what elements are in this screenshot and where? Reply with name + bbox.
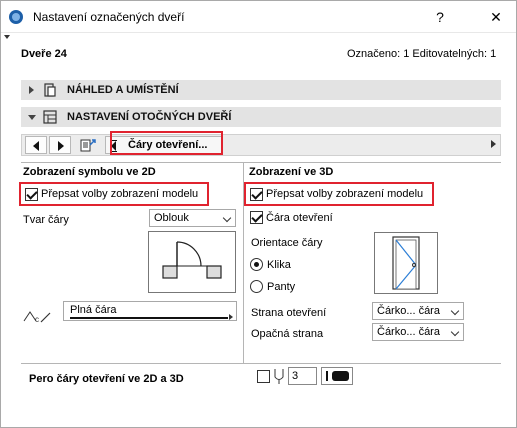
opening-line-checkbox[interactable] (250, 211, 263, 224)
collapse-arrow-icon (28, 115, 36, 120)
dialog-window: Nastavení označených dveří ? ✕ Dveře 24 … (0, 0, 517, 428)
page-navigator: Čáry otevření... (21, 134, 501, 156)
chevron-down-icon (222, 213, 232, 223)
title-divider (1, 32, 516, 33)
door-3d-preview (374, 232, 438, 294)
line-shape-label: Tvar čáry (23, 214, 69, 226)
section-label: NASTAVENÍ OTOČNÝCH DVEŘÍ (67, 111, 232, 123)
title-bar: Nastavení označených dveří ? ✕ (1, 1, 516, 32)
element-name: Dveře 24 (21, 48, 67, 60)
pen-override-checkbox[interactable] (257, 370, 270, 383)
symbol-2d-heading: Zobrazení symbolu ve 2D (23, 166, 156, 178)
svg-text:c: c (35, 315, 39, 324)
line-type-value: Plná čára (70, 304, 117, 316)
opposite-side-value: Čárko... čára (377, 326, 440, 338)
solid-line-preview (70, 317, 228, 319)
pen-label: Pero čáry otevření ve 2D a 3D (29, 373, 184, 385)
window-title: Nastavení označených dveří (33, 10, 185, 24)
pen-color-swatch (332, 371, 349, 381)
chevron-down-icon (450, 327, 460, 337)
highlight-override-2d (19, 182, 209, 206)
expand-arrow-icon (29, 86, 34, 94)
pen-color-picker[interactable] (321, 367, 353, 385)
opening-side-label: Strana otevření (251, 307, 327, 319)
line-type-selector[interactable]: Plná čára (63, 301, 237, 321)
opposite-side-label: Opačná strana (251, 328, 324, 340)
preview-placement-icon (44, 83, 56, 97)
opposite-side-dropdown[interactable]: Čárko... čára (372, 323, 464, 341)
chevron-down-icon (450, 306, 460, 316)
line-type-icon: c (23, 311, 51, 324)
archicad-app-icon (9, 10, 23, 24)
radio-panty[interactable] (250, 280, 263, 293)
pen-icon (274, 369, 284, 384)
opening-side-value: Čárko... čára (377, 305, 440, 317)
radio-klika-label: Klika (267, 259, 291, 271)
opening-line-label: Čára otevření (266, 212, 333, 224)
pen-number-value: 3 (292, 370, 299, 382)
pen-weight-swatch (326, 371, 328, 381)
door-elevation-icon (392, 236, 420, 290)
highlight-override-3d (244, 182, 434, 206)
arrow-left-icon (33, 141, 39, 151)
page-list-icon[interactable] (80, 137, 98, 153)
orientation-label: Orientace čáry (251, 237, 323, 249)
section-preview-placement[interactable]: NÁHLED A UMÍSTĚNÍ (21, 80, 501, 100)
scroll-right-icon[interactable] (491, 140, 496, 148)
divider (21, 363, 501, 364)
help-button[interactable]: ? (425, 5, 455, 29)
highlight-page-label (110, 131, 223, 155)
section-door-settings[interactable]: NASTAVENÍ OTOČNÝCH DVEŘÍ (21, 107, 501, 127)
arrow-right-icon (58, 141, 64, 151)
door-settings-icon (43, 110, 57, 124)
previous-page-button[interactable] (25, 136, 47, 154)
door-plan-symbol-icon (162, 241, 222, 279)
close-button[interactable]: ✕ (481, 5, 511, 29)
opening-side-dropdown[interactable]: Čárko... čára (372, 302, 464, 320)
line-shape-dropdown[interactable]: Oblouk (149, 209, 236, 227)
next-page-button[interactable] (49, 136, 71, 154)
selection-info: Označeno: 1 Editovatelných: 1 (347, 48, 497, 60)
pen-number-field[interactable]: 3 (288, 367, 317, 385)
door-2d-preview (148, 231, 236, 293)
favorites-arrow-icon[interactable] (4, 35, 10, 39)
line-shape-value: Oblouk (154, 212, 189, 224)
radio-klika[interactable] (250, 258, 263, 271)
view-3d-heading: Zobrazení ve 3D (249, 166, 334, 178)
section-label: NÁHLED A UMÍSTĚNÍ (67, 84, 179, 96)
divider (21, 162, 501, 163)
radio-panty-label: Panty (267, 281, 296, 293)
line-type-arrow-icon (229, 314, 233, 320)
